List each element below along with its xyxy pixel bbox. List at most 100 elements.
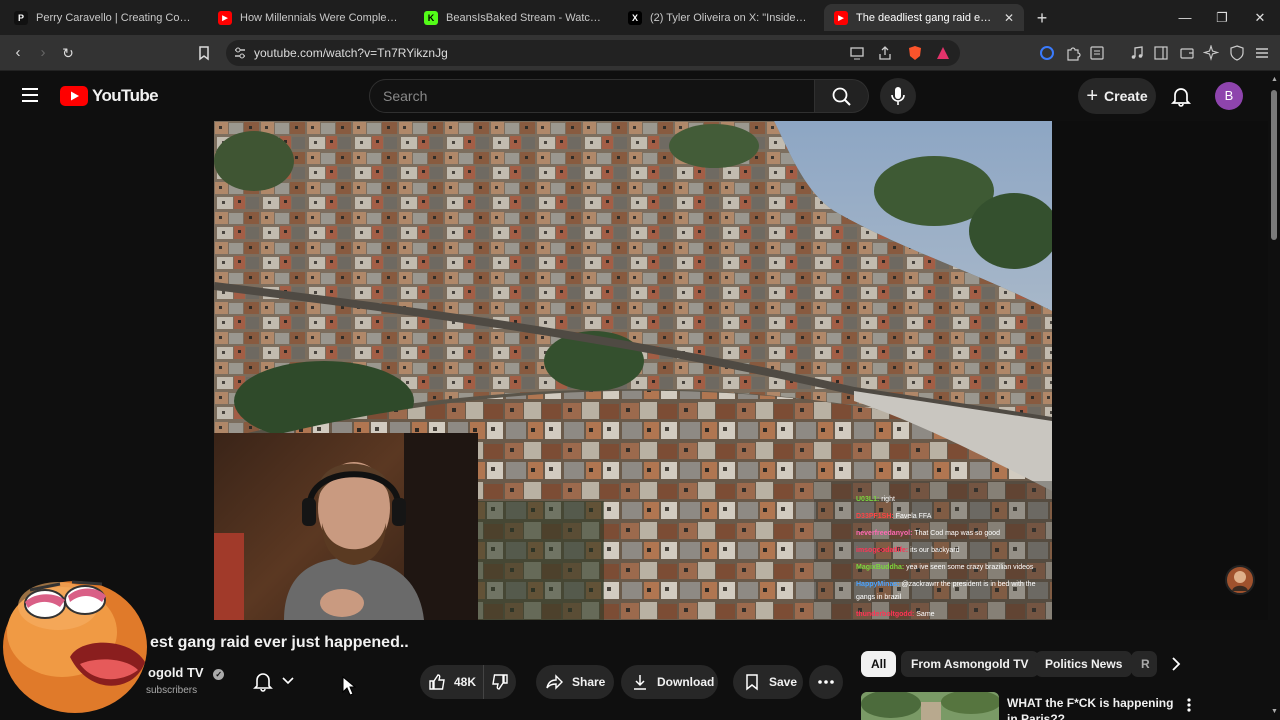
bookmark-save-icon xyxy=(746,674,758,691)
download-icon xyxy=(634,675,646,690)
download-button[interactable]: Download xyxy=(621,665,718,699)
mouse-cursor-icon xyxy=(342,676,356,696)
more-actions-button[interactable] xyxy=(809,665,843,699)
chat-message: HappyMinas: @zackrawrr the president is … xyxy=(856,578,1052,604)
extensions-puzzle-icon[interactable] xyxy=(1065,45,1081,61)
share-page-icon[interactable] xyxy=(877,45,893,61)
extension-icon[interactable] xyxy=(1039,45,1055,61)
scroll-down-icon[interactable]: ▼ xyxy=(1271,708,1278,715)
person-avatar-icon xyxy=(1232,571,1248,591)
channel-name[interactable]: ogold TV ✓ xyxy=(148,665,225,680)
site-settings-icon[interactable] xyxy=(232,40,248,66)
chat-message: neverfreedanyol: That Cod map was so goo… xyxy=(856,525,1052,542)
bookmark-icon[interactable] xyxy=(194,43,214,63)
like-button[interactable]: 48K xyxy=(420,665,484,699)
right-panel xyxy=(1052,121,1268,620)
like-dislike-group: 48K xyxy=(420,665,516,699)
x-favicon-icon: X xyxy=(628,10,642,25)
chat-message: imsogoodatlife: its our backyard xyxy=(856,542,1052,559)
browser-tab[interactable]: ▶ How Millennials Were Completely Br xyxy=(208,4,408,31)
notification-bell-icon[interactable] xyxy=(252,670,274,692)
search-button[interactable] xyxy=(815,79,869,113)
share-arrow-icon xyxy=(546,674,563,690)
verified-check-icon: ✓ xyxy=(213,669,225,680)
chevron-right-icon[interactable] xyxy=(1167,655,1185,673)
channel-name-text: ogold TV xyxy=(148,665,204,680)
wallet-icon[interactable] xyxy=(1179,45,1195,61)
account-avatar[interactable]: B xyxy=(1215,82,1243,110)
floating-avatar-button[interactable] xyxy=(1225,565,1255,595)
reading-mode-icon[interactable] xyxy=(1089,45,1105,61)
video-player[interactable]: U03L1: right D33PF1SH: Favela FFA neverfre… xyxy=(214,121,1052,620)
thumbs-down-icon xyxy=(492,674,508,690)
recommendation-title[interactable]: WHAT the F*CK is happening in Paris?? xyxy=(1007,695,1183,720)
browser-tab[interactable]: K BeansIsBaked Stream - Watch Live or xyxy=(414,4,614,31)
video-title: est gang raid ever just happened.. xyxy=(150,634,409,651)
potato-emote-overlay xyxy=(0,562,155,720)
forward-icon[interactable]: › xyxy=(33,43,53,63)
chip-truncated[interactable]: R xyxy=(1131,651,1157,677)
voice-search-button[interactable] xyxy=(880,78,916,114)
reload-icon[interactable]: ↻ xyxy=(58,43,78,63)
chat-username: thunderboltgodd: xyxy=(856,611,917,618)
restore-window-icon[interactable]: ❐ xyxy=(1212,8,1232,28)
browser-tab[interactable]: X (2) Tyler Oliveira on X: "Inside India… xyxy=(618,4,818,31)
microphone-icon xyxy=(891,87,905,105)
brave-shield-icon[interactable] xyxy=(907,45,923,61)
cast-icon[interactable] xyxy=(849,45,865,61)
close-tab-icon[interactable]: ✕ xyxy=(1004,11,1014,25)
youtube-logo[interactable]: YouTube xyxy=(60,86,159,106)
hamburger-menu-icon[interactable] xyxy=(20,85,40,105)
save-label: Save xyxy=(769,675,798,689)
create-button[interactable]: + Create xyxy=(1078,78,1156,114)
streamer-figure xyxy=(214,433,478,620)
youtube-header: YouTube Search + Create B xyxy=(0,71,1280,121)
dislike-button[interactable] xyxy=(484,665,516,699)
browser-tab[interactable]: P Perry Caravello | Creating Comedy, V xyxy=(4,4,204,31)
save-button[interactable]: Save xyxy=(733,665,803,699)
chat-text: Favela FFA xyxy=(895,513,932,520)
search-icon xyxy=(832,87,851,106)
tab-title: (2) Tyler Oliveira on X: "Inside India's xyxy=(650,11,808,24)
tab-title: Perry Caravello | Creating Comedy, V xyxy=(36,11,194,24)
youtube-logo-text: YouTube xyxy=(92,86,159,105)
new-tab-button[interactable]: + xyxy=(1032,8,1052,28)
browser-tab-strip: P Perry Caravello | Creating Comedy, V ▶… xyxy=(0,0,1280,35)
kick-favicon-icon: K xyxy=(424,10,438,25)
notifications-bell-icon[interactable] xyxy=(1170,85,1192,107)
chevron-down-icon[interactable] xyxy=(280,674,296,688)
potato-emote-icon xyxy=(3,580,147,713)
minimize-icon[interactable]: — xyxy=(1175,8,1195,28)
chat-message: thunderboltgodd: Same xyxy=(856,606,1052,620)
search-input[interactable]: Search xyxy=(369,79,815,113)
brave-rewards-icon[interactable] xyxy=(935,45,951,61)
chip-from-channel[interactable]: From Asmongold TV xyxy=(901,651,1039,677)
sidebar-icon[interactable] xyxy=(1153,45,1169,61)
tab-title: How Millennials Were Completely Br xyxy=(240,11,398,24)
chip-politics-news[interactable]: Politics News xyxy=(1035,651,1133,677)
create-label: Create xyxy=(1104,88,1148,104)
close-window-icon[interactable]: ✕ xyxy=(1250,8,1270,28)
tab-favicon: P xyxy=(14,10,28,25)
browser-menu-icon[interactable] xyxy=(1254,45,1270,61)
more-horizontal-icon xyxy=(818,680,834,684)
share-label: Share xyxy=(572,675,606,689)
back-icon[interactable]: ‹ xyxy=(8,43,28,63)
media-music-icon[interactable] xyxy=(1129,45,1145,61)
youtube-favicon-icon: ▶ xyxy=(218,10,232,25)
chat-text: Same xyxy=(916,611,935,618)
chat-username: U03L1: xyxy=(856,496,882,503)
recommendation-more-icon[interactable] xyxy=(1181,697,1197,713)
share-button[interactable]: Share xyxy=(536,665,614,699)
browser-tab-active[interactable]: ▶ The deadliest gang raid ever j ✕ xyxy=(824,4,1024,31)
chat-username: HappyMinas: xyxy=(856,581,902,588)
recommendation-thumbnail[interactable] xyxy=(861,692,999,720)
vpn-icon[interactable] xyxy=(1229,45,1245,61)
leo-ai-icon[interactable] xyxy=(1203,45,1219,61)
chip-all[interactable]: All xyxy=(861,651,897,677)
scrollbar-thumb[interactable] xyxy=(1271,90,1277,240)
streamer-webcam-overlay xyxy=(214,433,478,620)
scroll-up-icon[interactable]: ▲ xyxy=(1271,76,1278,83)
tab-title: The deadliest gang raid ever j xyxy=(856,11,996,24)
chat-username: D33PF1SH: xyxy=(856,513,896,520)
